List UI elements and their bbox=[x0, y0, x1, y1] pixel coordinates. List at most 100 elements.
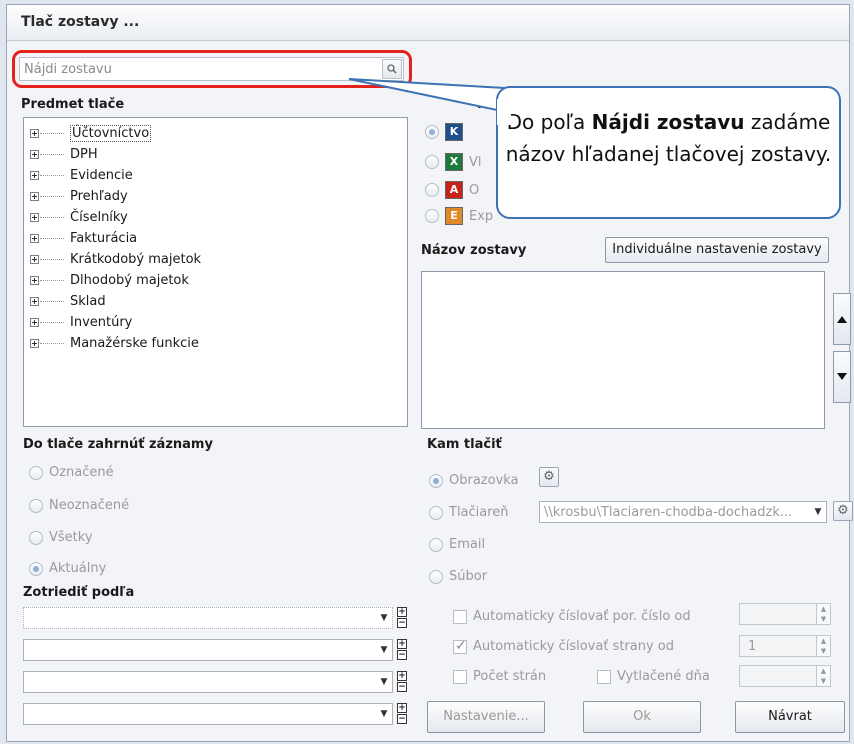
sort-remove-1[interactable]: − bbox=[397, 618, 407, 628]
auto-number-field[interactable]: ▲ ▼ bbox=[739, 603, 831, 625]
expand-icon[interactable] bbox=[30, 339, 39, 348]
include-option-all[interactable]: Všetky bbox=[29, 530, 93, 545]
chevron-down-icon: ▼ bbox=[380, 645, 388, 655]
tree-item[interactable]: Účtovníctvo bbox=[24, 123, 152, 144]
auto-number-option[interactable]: Automaticky číslovať por. číslo od bbox=[453, 609, 691, 624]
include-option-current[interactable]: Aktuálny bbox=[29, 561, 106, 576]
radio-screen[interactable] bbox=[429, 473, 443, 488]
move-down-button[interactable] bbox=[833, 351, 851, 403]
auto-page-field[interactable]: 1 ▲ ▼ bbox=[739, 635, 831, 657]
tree-item[interactable]: Sklad bbox=[24, 291, 106, 312]
radio-printer[interactable] bbox=[429, 505, 443, 520]
gear-icon: ⚙ bbox=[837, 503, 849, 518]
expand-icon[interactable] bbox=[30, 318, 39, 327]
ok-button[interactable]: Ok bbox=[583, 701, 701, 733]
format-option-pdf[interactable]: A O bbox=[425, 181, 479, 199]
dest-option-file[interactable]: Súbor bbox=[429, 569, 487, 584]
sort-field-4[interactable]: ▼ bbox=[23, 703, 393, 725]
page-count-checkbox[interactable] bbox=[453, 669, 467, 684]
callout-pointer-cover bbox=[497, 99, 511, 125]
tree-item[interactable]: Dlhodobý majetok bbox=[24, 270, 189, 291]
sort-field-1[interactable]: ▼ bbox=[23, 607, 393, 629]
chevron-down-icon: ▼ bbox=[814, 507, 822, 517]
destination-label: Kam tlačiť bbox=[427, 437, 502, 452]
window-title: Tlač zostavy ... bbox=[21, 14, 140, 30]
sort-field-2[interactable]: ▼ bbox=[23, 639, 393, 661]
subject-label: Predmet tlače bbox=[21, 97, 125, 112]
tree-item[interactable]: Krátkodobý majetok bbox=[24, 249, 201, 270]
report-label: Názov zostavy bbox=[421, 243, 527, 258]
print-date-field[interactable]: ▲ ▼ bbox=[739, 665, 831, 687]
radio-all[interactable] bbox=[29, 530, 43, 545]
auto-page-option[interactable]: Automaticky číslovať strany od bbox=[453, 638, 674, 654]
tree-item[interactable]: Manažérske funkcie bbox=[24, 333, 199, 354]
dest-option-printer[interactable]: Tlačiareň bbox=[429, 505, 509, 520]
sort-label: Zotriediť podľa bbox=[23, 585, 135, 600]
callout-bubble: Do poľa Nájdi zostavu zadáme názov hľada… bbox=[496, 86, 841, 219]
printer-value: \\krosbu\Tlaciaren-chodba-dochadzk... bbox=[544, 505, 793, 520]
expand-icon[interactable] bbox=[30, 276, 39, 285]
dest-option-email[interactable]: Email bbox=[429, 537, 485, 552]
tree-item[interactable]: Číselníky bbox=[24, 207, 128, 228]
settings-button[interactable]: Nastavenie... bbox=[427, 701, 545, 733]
tree-item[interactable]: Prehľady bbox=[24, 186, 128, 207]
radio-export[interactable] bbox=[425, 209, 439, 223]
radio-current[interactable] bbox=[29, 561, 43, 576]
subject-tree[interactable]: Účtovníctvo DPH Evidencie Prehľady Čísel… bbox=[23, 117, 408, 427]
auto-page-checkbox[interactable] bbox=[453, 638, 467, 654]
expand-icon[interactable] bbox=[30, 255, 39, 264]
gear-icon: ⚙ bbox=[543, 469, 555, 484]
sort-remove-2[interactable]: − bbox=[397, 650, 407, 660]
report-list[interactable] bbox=[421, 271, 825, 429]
radio-excel[interactable] bbox=[425, 155, 439, 169]
tree-item[interactable]: Fakturácia bbox=[24, 228, 137, 249]
dest-option-screen[interactable]: Obrazovka bbox=[429, 473, 519, 488]
expand-icon[interactable] bbox=[30, 150, 39, 159]
print-dialog: Tlač zostavy ... Nájdi zostavu Predmet t… bbox=[6, 4, 853, 742]
screen-settings-button[interactable]: ⚙ bbox=[539, 467, 559, 487]
radio-email[interactable] bbox=[429, 537, 443, 552]
page-count-option[interactable]: Počet strán bbox=[453, 669, 546, 684]
sort-field-3[interactable]: ▼ bbox=[23, 671, 393, 693]
include-option-unmarked[interactable]: Neoznačené bbox=[29, 498, 129, 513]
pdf-icon: A bbox=[445, 181, 463, 199]
tree-item[interactable]: Evidencie bbox=[24, 165, 133, 186]
format-option-export[interactable]: E Exp bbox=[425, 207, 493, 225]
printer-select[interactable]: \\krosbu\Tlaciaren-chodba-dochadzk... ▼ bbox=[539, 501, 827, 523]
sort-add-3[interactable]: + bbox=[397, 671, 407, 681]
radio-pdf[interactable] bbox=[425, 183, 439, 197]
expand-icon[interactable] bbox=[30, 171, 39, 180]
title-bar: Tlač zostavy ... bbox=[7, 5, 849, 41]
auto-number-checkbox[interactable] bbox=[453, 609, 467, 624]
include-option-marked[interactable]: Označené bbox=[29, 465, 114, 480]
radio-file[interactable] bbox=[429, 569, 443, 584]
export-icon: E bbox=[445, 207, 463, 225]
arrow-up-icon bbox=[837, 316, 847, 323]
custom-settings-button[interactable]: Individuálne nastavenie zostavy bbox=[605, 237, 829, 263]
include-label: Do tlače zahrnúť záznamy bbox=[23, 437, 213, 452]
chevron-down-icon: ▼ bbox=[380, 613, 388, 623]
sort-remove-3[interactable]: − bbox=[397, 682, 407, 692]
printer-settings-button[interactable]: ⚙ bbox=[833, 501, 853, 521]
expand-icon[interactable] bbox=[30, 297, 39, 306]
expand-icon[interactable] bbox=[30, 234, 39, 243]
back-button[interactable]: Návrat bbox=[735, 701, 845, 733]
sort-add-2[interactable]: + bbox=[397, 639, 407, 649]
chevron-down-icon: ▼ bbox=[380, 677, 388, 687]
sort-add-4[interactable]: + bbox=[397, 703, 407, 713]
expand-icon[interactable] bbox=[30, 213, 39, 222]
expand-icon[interactable] bbox=[30, 192, 39, 201]
radio-marked[interactable] bbox=[29, 465, 43, 480]
excel-icon: X bbox=[445, 153, 463, 171]
arrow-down-icon bbox=[837, 373, 847, 380]
expand-icon[interactable] bbox=[30, 129, 39, 138]
format-option-excel[interactable]: X Vl bbox=[425, 153, 482, 171]
sort-remove-4[interactable]: − bbox=[397, 714, 407, 724]
print-date-checkbox[interactable] bbox=[597, 669, 611, 684]
move-up-button[interactable] bbox=[833, 293, 851, 345]
tree-item[interactable]: Inventúry bbox=[24, 312, 132, 333]
tree-item[interactable]: DPH bbox=[24, 144, 98, 165]
print-date-option[interactable]: Vytlačené dňa bbox=[597, 669, 710, 684]
sort-add-1[interactable]: + bbox=[397, 607, 407, 617]
radio-unmarked[interactable] bbox=[29, 498, 43, 513]
